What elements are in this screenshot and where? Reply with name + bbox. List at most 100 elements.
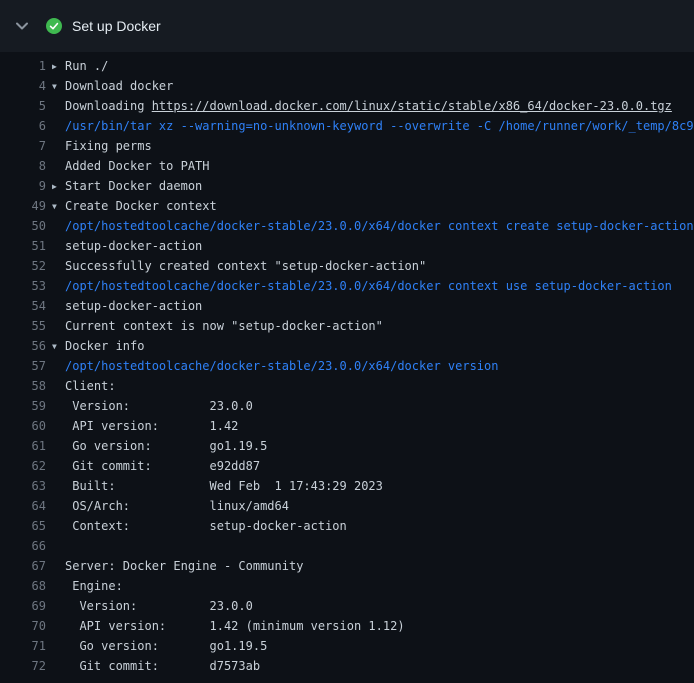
line-number[interactable]: 58 xyxy=(0,376,46,396)
log-group-line[interactable]: 9▶Start Docker daemon xyxy=(0,176,694,196)
log-line: 59 Version: 23.0.0 xyxy=(0,396,694,416)
log-line: 7 Fixing perms xyxy=(0,136,694,156)
line-number[interactable]: 54 xyxy=(0,296,46,316)
log-text: OS/Arch: linux/amd64 xyxy=(65,499,289,513)
line-number[interactable]: 49 xyxy=(0,196,46,216)
log-text: API version: 1.42 xyxy=(65,419,238,433)
log-group-content: ▶Run ./ xyxy=(52,56,694,76)
log-line: 68 Engine: xyxy=(0,576,694,596)
step-header-set-up-docker[interactable]: Set up Docker xyxy=(0,0,694,52)
log-text-content: Version: 23.0.0 xyxy=(52,596,694,616)
log-text-content: API version: 1.42 xyxy=(52,416,694,436)
log-text: Fixing perms xyxy=(65,139,152,153)
log-text-content: Version: 23.0.0 xyxy=(52,396,694,416)
line-number[interactable]: 64 xyxy=(0,496,46,516)
log-line: 70 API version: 1.42 (minimum version 1.… xyxy=(0,616,694,636)
group-chevron-right-icon[interactable]: ▶ xyxy=(52,57,65,76)
line-number[interactable]: 66 xyxy=(0,536,46,556)
log-link[interactable]: https://download.docker.com/linux/static… xyxy=(152,99,672,113)
log-line: 65 Context: setup-docker-action xyxy=(0,516,694,536)
check-circle-icon xyxy=(46,18,62,34)
log-text-content: API version: 1.42 (minimum version 1.12) xyxy=(52,616,694,636)
log-text-content: Go version: go1.19.5 xyxy=(52,636,694,656)
log-text-content: Go version: go1.19.5 xyxy=(52,436,694,456)
log-line: 67 Server: Docker Engine - Community xyxy=(0,556,694,576)
log-text-content: Successfully created context "setup-dock… xyxy=(52,256,694,276)
log-text-content xyxy=(52,536,694,556)
line-number[interactable]: 1 xyxy=(0,56,46,76)
log-text: Current context is now "setup-docker-act… xyxy=(65,319,383,333)
line-number[interactable]: 59 xyxy=(0,396,46,416)
line-number[interactable]: 53 xyxy=(0,276,46,296)
log-command-content: /usr/bin/tar xz --warning=no-unknown-key… xyxy=(52,116,694,136)
log-text-content: setup-docker-action xyxy=(52,296,694,316)
log-text: Git commit: d7573ab xyxy=(65,659,260,673)
step-title: Set up Docker xyxy=(72,18,161,34)
line-number[interactable]: 65 xyxy=(0,516,46,536)
group-chevron-down-icon[interactable]: ▼ xyxy=(52,337,65,356)
log-group-line[interactable]: 1 ▶Run ./ xyxy=(0,56,694,76)
log-group-line[interactable]: 56 ▼Docker info xyxy=(0,336,694,356)
log-text: Server: Docker Engine - Community xyxy=(65,559,303,573)
log-text: Built: Wed Feb 1 17:43:29 2023 xyxy=(65,479,383,493)
log-text-content: Fixing perms xyxy=(52,136,694,156)
line-number[interactable]: 67 xyxy=(0,556,46,576)
log-line: 60 API version: 1.42 xyxy=(0,416,694,436)
log-text-content: Context: setup-docker-action xyxy=(52,516,694,536)
log-text-content: Added Docker to PATH xyxy=(52,156,694,176)
line-number[interactable]: 51 xyxy=(0,236,46,256)
log-text: Engine: xyxy=(65,579,123,593)
line-number[interactable]: 52 xyxy=(0,256,46,276)
line-number[interactable]: 50 xyxy=(0,216,46,236)
line-number[interactable]: 72 xyxy=(0,656,46,676)
line-number[interactable]: 71 xyxy=(0,636,46,656)
log-text-content: Current context is now "setup-docker-act… xyxy=(52,316,694,336)
line-number[interactable]: 4 xyxy=(0,76,46,96)
line-number[interactable]: 8 xyxy=(0,156,46,176)
log-group-line[interactable]: 49▼Create Docker context xyxy=(0,196,694,216)
line-number[interactable]: 57 xyxy=(0,356,46,376)
line-number[interactable]: 70 xyxy=(0,616,46,636)
line-number[interactable]: 68 xyxy=(0,576,46,596)
log-text-content: Git commit: e92dd87 xyxy=(52,456,694,476)
log-group-line[interactable]: 4▼Download docker xyxy=(0,76,694,96)
log-command-text: /opt/hostedtoolcache/docker-stable/23.0.… xyxy=(65,359,498,373)
log-line: 50/opt/hostedtoolcache/docker-stable/23.… xyxy=(0,216,694,236)
line-number[interactable]: 60 xyxy=(0,416,46,436)
log-group-content: ▼Docker info xyxy=(52,336,694,356)
log-text: Go version: go1.19.5 xyxy=(65,639,267,653)
line-number[interactable]: 5 xyxy=(0,96,46,116)
line-number[interactable]: 6 xyxy=(0,116,46,136)
group-chevron-down-icon[interactable]: ▼ xyxy=(52,197,65,216)
chevron-down-icon[interactable] xyxy=(16,22,30,30)
line-number[interactable]: 55 xyxy=(0,316,46,336)
log-text: Version: 23.0.0 xyxy=(65,599,253,613)
log-line: 55 Current context is now "setup-docker-a… xyxy=(0,316,694,336)
log-command-text: /opt/hostedtoolcache/docker-stable/23.0.… xyxy=(65,279,672,293)
log-text: API version: 1.42 (minimum version 1.12) xyxy=(65,619,405,633)
log-line: 5 Downloading https://download.docker.com… xyxy=(0,96,694,116)
line-number[interactable]: 69 xyxy=(0,596,46,616)
log-text-content: Git commit: d7573ab xyxy=(52,656,694,676)
log-line: 6/usr/bin/tar xz --warning=no-unknown-ke… xyxy=(0,116,694,136)
log-line: 8 Added Docker to PATH xyxy=(0,156,694,176)
log-line: 71 Go version: go1.19.5 xyxy=(0,636,694,656)
log-line: 58Client: xyxy=(0,376,694,396)
line-number[interactable]: 9 xyxy=(0,176,46,196)
log-command-content: /opt/hostedtoolcache/docker-stable/23.0.… xyxy=(52,356,694,376)
group-chevron-right-icon[interactable]: ▶ xyxy=(52,177,65,196)
log-lines: 1▶Run ./4▼Download docker5Downloading ht… xyxy=(0,56,694,676)
log-text: Downloading xyxy=(65,99,152,113)
group-chevron-down-icon[interactable]: ▼ xyxy=(52,77,65,96)
log-text: Added Docker to PATH xyxy=(65,159,210,173)
line-number[interactable]: 62 xyxy=(0,456,46,476)
log-text: setup-docker-action xyxy=(65,239,202,253)
log-line: 57/opt/hostedtoolcache/docker-stable/23.… xyxy=(0,356,694,376)
line-number[interactable]: 56 xyxy=(0,336,46,356)
line-number[interactable]: 63 xyxy=(0,476,46,496)
log-text: Version: 23.0.0 xyxy=(65,399,253,413)
line-number[interactable]: 61 xyxy=(0,436,46,456)
line-number[interactable]: 7 xyxy=(0,136,46,156)
log-command-text: /opt/hostedtoolcache/docker-stable/23.0.… xyxy=(65,219,694,233)
log-text: setup-docker-action xyxy=(65,299,202,313)
